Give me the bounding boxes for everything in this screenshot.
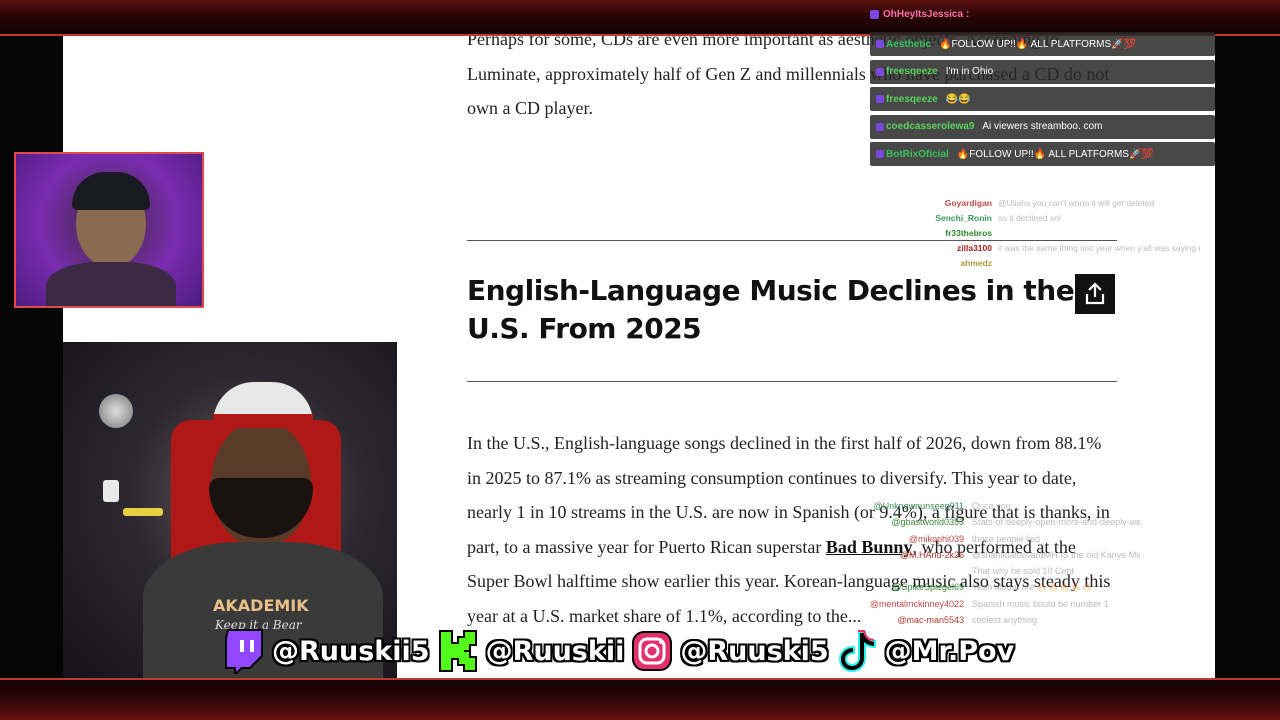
chat-username: Aesthetic — [886, 38, 932, 50]
social-handle: @Ruuskii5 — [272, 635, 430, 667]
chat-text: 😂😂 — [945, 93, 971, 105]
faded-chat-line: fr33thebros — [900, 226, 1200, 241]
faded-chat-line: @Unknownunseen911 Once you — [840, 498, 1140, 514]
twitch-badge-icon — [876, 40, 884, 48]
faded-chat-text: so it declined sol — [998, 213, 1061, 223]
faded-chat-text: Once you — [972, 501, 1011, 511]
faded-chat-line: @SpikeSpiegel69 Yeah album fire 🔥🔥🔥🔥🔥 — [840, 579, 1140, 595]
twitch-social: @Ruuskii5 — [222, 629, 430, 674]
faded-chat-username: zilla3100 — [957, 243, 992, 253]
section-headline: English-Language Music Declines in the U… — [467, 274, 1075, 345]
faded-chat-line: @gbastworld0353 Stats-of-deeply-open-more… — [840, 514, 1140, 530]
twitch-badge-icon — [876, 150, 884, 158]
faded-chat-username: @mikophi039 — [908, 533, 964, 544]
social-handle: @Ruuskii — [485, 635, 625, 667]
faded-chat-text: Stats-of-deeply-open-more-and-deeply-wea… — [972, 517, 1140, 528]
chat-username: BotRixOficial — [886, 148, 949, 160]
faded-chat-line: Senchi_Ronin so it declined sol — [900, 211, 1200, 226]
faded-chat-username: fr33thebros — [945, 228, 992, 238]
twitch-badge-icon — [876, 122, 884, 131]
share-icon — [1085, 282, 1105, 305]
faded-chat-username: @mentalmckinney4022 — [869, 598, 964, 609]
stream-frame-bottom — [0, 678, 1280, 720]
chat-pinned-username: OhHeyItsJessica : — [883, 8, 970, 20]
chat-message: freesqeeze 😂😂 — [870, 87, 1215, 111]
chat-message: coedcasserolewa9 Ai viewers streamboo. co… — [870, 114, 1215, 139]
chat-message: freesqeeze I'm in Ohio — [870, 59, 1215, 84]
twitch-badge-icon — [876, 95, 884, 103]
section-divider-bottom — [467, 381, 1117, 382]
faded-chat-username: @Unknownunseen911 — [873, 501, 964, 511]
chat-username: coedcasserolewa9 — [886, 121, 975, 132]
faded-chat-username: @SpikeSpiegel69 — [892, 582, 964, 593]
faded-chat-username: ahmedz — [960, 258, 992, 268]
chat-message: BotRixOficial 🔥FOLLOW UP!!🔥 ALL PLATFORMS… — [870, 142, 1215, 166]
faded-chat-line: That why he sold 10 Cent — [840, 563, 1140, 579]
overlay-chat: OhHeyItsJessica : Aesthetic 🔥FOLLOW UP!!🔥… — [870, 4, 1280, 170]
faded-chat-username: Senchi_Ronin — [935, 213, 992, 223]
stream-frame-left — [0, 36, 63, 678]
chat-username: freesqeeze — [886, 66, 938, 77]
chat-text: Ai viewers streamboo. com — [982, 121, 1103, 132]
faded-chat-text: it was the same thing last year when y'a… — [998, 243, 1200, 253]
chat-text: 🔥FOLLOW UP!!🔥 ALL PLATFORMS🚀💯 — [956, 148, 1154, 160]
faded-chat-text: @Uliahs you can't wooo it will get delet… — [998, 198, 1155, 208]
faded-chat-line: ahmedz — [900, 256, 1200, 271]
twitch-icon — [222, 629, 266, 674]
overlay-chat-faded: Goyardigan @Uliahs you can't wooo it will… — [900, 196, 1200, 271]
faded-chat-text: Yeah album fire 🔥🔥🔥🔥🔥 — [972, 582, 1093, 593]
tiktok-icon — [835, 629, 879, 673]
chat-username: freesqeeze — [886, 93, 938, 105]
chat-message: Aesthetic 🔥FOLLOW UP!!🔥 ALL PLATFORMS🚀💯 — [870, 32, 1215, 56]
overlay-chat-faded-bottom: @Unknownunseen911 Once you @gbastworld0353… — [840, 498, 1140, 628]
twitch-badge-icon — [876, 67, 884, 76]
chat-pinned-message: OhHeyItsJessica : — [870, 4, 1280, 24]
twitch-badge-icon — [870, 9, 879, 19]
instagram-icon — [630, 629, 674, 673]
social-handle: @Ruuski5 — [680, 635, 829, 667]
faded-chat-text: Spanish music bouta be number 1 — [972, 598, 1109, 609]
chat-text: 🔥FOLLOW UP!!🔥 ALL PLATFORMS🚀💯 — [939, 38, 1137, 50]
faded-chat-line: zilla3100 it was the same thing last year… — [900, 241, 1200, 256]
chat-text: I'm in Ohio — [945, 66, 994, 77]
kick-icon — [436, 629, 480, 673]
share-button[interactable] — [1075, 274, 1115, 314]
faded-chat-line: @mentalmckinney4022 Spanish music bouta b… — [840, 596, 1140, 612]
kick-social: @Ruuskii — [436, 629, 625, 673]
webcam-guest — [14, 152, 204, 308]
social-handle: @Mr.Pov — [884, 635, 1015, 667]
faded-chat-line: @M.HAnd-2k26 @shanikiaftawardMH IS the ol… — [840, 547, 1140, 563]
faded-chat-username: @M.HAnd-2k26 — [899, 549, 964, 560]
faded-chat-line: @mikophi039 those people lied — [840, 531, 1140, 547]
faded-chat-username: @gbastworld0353 — [891, 517, 964, 528]
faded-chat-text: @shanikiaftawardMH IS the old Kanye Mass — [972, 549, 1140, 560]
tiktok-social: @Mr.Pov — [835, 629, 1015, 673]
faded-chat-line: Goyardigan @Uliahs you can't wooo it will… — [900, 196, 1200, 211]
social-handles-bar: @Ruuskii5 @Ruuskii @Ruuski5 @Mr.Pov — [222, 624, 1014, 678]
shirt-logo: AKADEMIK — [213, 596, 309, 615]
faded-chat-text: That why he sold 10 Cent — [972, 566, 1075, 577]
faded-chat-text: those people lied — [972, 533, 1041, 544]
faded-chat-username: Goyardigan — [944, 198, 992, 208]
instagram-social: @Ruuski5 — [630, 629, 829, 673]
